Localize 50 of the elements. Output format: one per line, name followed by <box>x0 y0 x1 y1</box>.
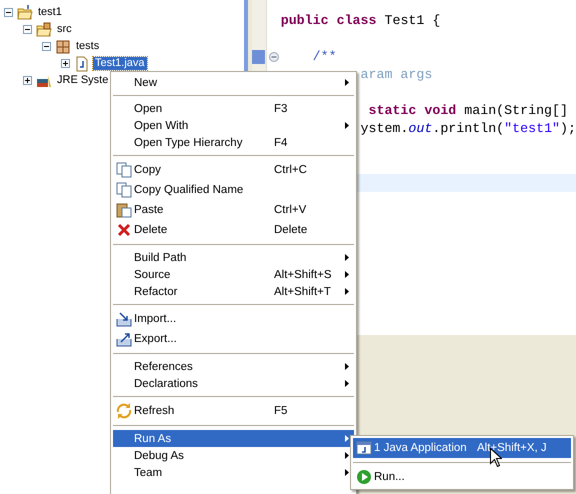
delete-icon <box>116 222 132 238</box>
code-line: public class Test1 { <box>280 12 440 30</box>
menu-item[interactable]: Open Type Hierarchy F4 <box>113 134 354 151</box>
folder-icon <box>17 4 33 20</box>
menu-item[interactable]: Export... <box>113 329 354 349</box>
menu-item[interactable]: Open F3 <box>113 100 354 117</box>
expand-icon[interactable] <box>61 59 70 68</box>
import-icon <box>116 311 132 327</box>
copy-icon <box>116 162 132 178</box>
menu-item[interactable]: New <box>113 74 354 91</box>
menu-item[interactable]: Source Alt+Shift+S <box>113 266 354 283</box>
application-icon <box>356 440 372 456</box>
menu-item[interactable]: Team <box>113 464 354 481</box>
menu-item[interactable]: Run... <box>353 467 571 487</box>
menu-item[interactable]: Import... <box>113 309 354 329</box>
menu-item[interactable]: 1 Java Application Alt+Shift+X, J <box>353 438 571 458</box>
menu-item[interactable]: Delete Delete <box>113 220 354 240</box>
tree-item[interactable]: tests <box>74 40 102 53</box>
tree-item[interactable]: Test1.java <box>93 57 147 70</box>
menu-item[interactable]: Refresh F5 <box>113 401 354 421</box>
menu-item[interactable]: Refactor Alt+Shift+T <box>113 283 354 300</box>
package-icon <box>55 38 71 54</box>
annotation-marker <box>252 50 265 64</box>
menu-item[interactable]: Declarations <box>113 375 354 392</box>
code-line: ystem.out.println("test1"); <box>360 120 576 138</box>
export-icon <box>116 331 132 347</box>
expand-icon[interactable] <box>23 76 32 85</box>
tree-item[interactable]: src <box>55 23 74 36</box>
tree-item[interactable]: test1 <box>36 6 64 19</box>
java-file-icon <box>74 56 90 72</box>
run-icon <box>356 469 372 485</box>
menu-item[interactable]: Open With <box>113 117 354 134</box>
menu-item[interactable]: Run As <box>113 430 354 447</box>
copy-icon <box>116 182 132 198</box>
collapse-icon[interactable] <box>4 8 13 17</box>
menu-item[interactable]: References <box>113 358 354 375</box>
menu-item[interactable]: Copy Ctrl+C <box>113 160 354 180</box>
collapse-icon[interactable] <box>23 25 32 34</box>
menu-item[interactable]: Debug As <box>113 447 354 464</box>
menu-item[interactable]: Copy Qualified Name <box>113 180 354 200</box>
code-line: /** <box>312 48 337 66</box>
menu-item[interactable]: Build Path <box>113 249 354 266</box>
code-line: aram args <box>360 66 432 84</box>
paste-icon <box>116 202 132 218</box>
menu-item[interactable]: Paste Ctrl+V <box>113 200 354 220</box>
collapse-icon[interactable] <box>42 42 51 51</box>
tree-item[interactable]: JRE Syste <box>55 74 110 87</box>
refresh-icon <box>116 403 132 419</box>
code-line: static void main(String[] <box>368 102 568 120</box>
folder-icon <box>36 22 52 38</box>
